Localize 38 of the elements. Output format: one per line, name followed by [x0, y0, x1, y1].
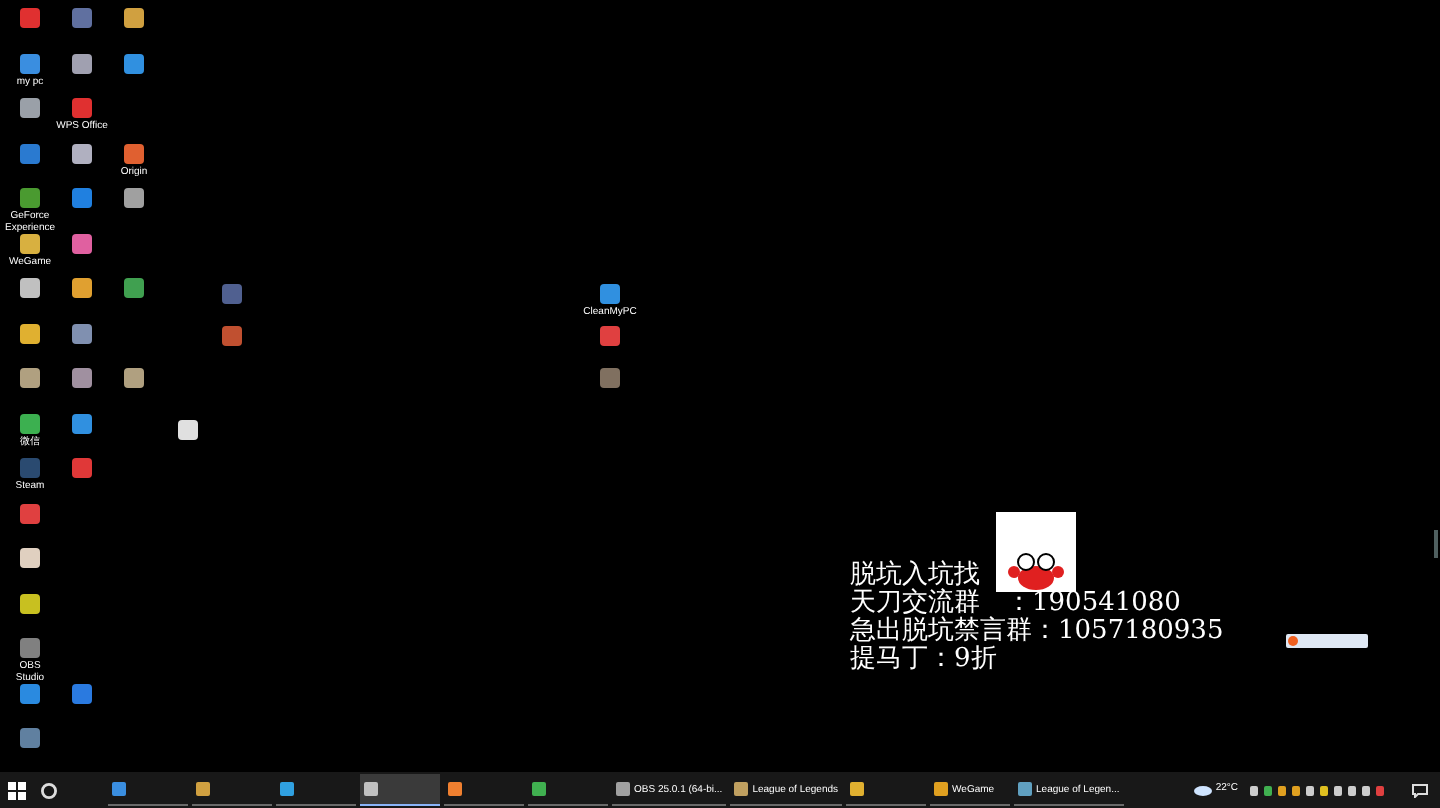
scroll-handle[interactable] [1434, 530, 1438, 558]
overlay-text: 急出脱坑禁言群：1057180935 [850, 618, 1224, 646]
app-icon[interactable] [72, 53, 92, 73]
app-icon[interactable] [20, 413, 40, 433]
app-icon[interactable] [20, 683, 40, 703]
weather-icon [1193, 784, 1212, 796]
app-icon[interactable] [124, 53, 144, 73]
start-icon[interactable] [8, 781, 26, 799]
app-icon[interactable] [124, 8, 144, 28]
app-icon[interactable] [72, 683, 92, 703]
app-icon[interactable] [72, 323, 92, 343]
app-icon[interactable] [20, 278, 40, 298]
app-icon[interactable] [20, 368, 40, 388]
app-icon[interactable] [124, 368, 144, 388]
app-icon[interactable] [20, 143, 40, 163]
app-icon[interactable] [178, 420, 198, 440]
app-icon[interactable] [20, 548, 40, 568]
app-icon[interactable] [20, 593, 40, 613]
app-icon[interactable] [72, 233, 92, 253]
overlay-text: 脱坑入坑找 [850, 562, 980, 590]
taskbar-window-button[interactable] [360, 774, 440, 806]
app-icon[interactable] [20, 503, 40, 523]
overlay-text: 提马丁：9折 [850, 646, 997, 674]
app-icon[interactable] [20, 233, 40, 253]
app-icon[interactable] [124, 188, 144, 208]
input-method-toolbar[interactable] [1286, 634, 1368, 648]
app-icon[interactable] [20, 323, 40, 343]
app-icon[interactable] [72, 413, 92, 433]
app-icon[interactable] [124, 278, 144, 298]
notification-icon[interactable] [1412, 783, 1428, 797]
overlay-text: 天刀交流群 ：190541080 [850, 590, 1181, 618]
app-icon[interactable] [72, 368, 92, 388]
app-icon[interactable] [124, 143, 144, 163]
app-icon[interactable] [20, 98, 40, 118]
app-icon[interactable] [72, 278, 92, 298]
app-icon[interactable] [20, 53, 40, 73]
app-icon[interactable] [72, 143, 92, 163]
settings-icon[interactable] [40, 781, 58, 799]
